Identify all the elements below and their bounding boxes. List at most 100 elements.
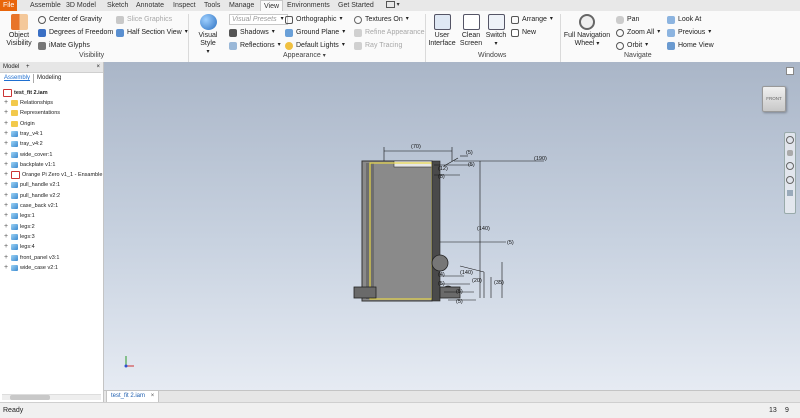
- tree-item[interactable]: + Orange Pi Zero v1_1 - Ensamble: [3, 170, 102, 180]
- switch-button[interactable]: Switch ▾: [485, 14, 507, 48]
- ray-tracing-button[interactable]: Ray Tracing: [354, 41, 402, 50]
- expand-icon[interactable]: +: [3, 150, 9, 160]
- ground-plane-label: Ground Plane: [296, 29, 340, 36]
- expand-icon[interactable]: +: [3, 191, 9, 201]
- look-at-button[interactable]: Look At: [667, 15, 701, 24]
- tree-item[interactable]: + wide_cover:1: [3, 150, 52, 160]
- textures-on-button[interactable]: Textures On ▾: [354, 15, 409, 24]
- tab-assemble[interactable]: Assemble: [27, 0, 64, 11]
- expand-icon[interactable]: +: [3, 98, 9, 108]
- expand-icon[interactable]: +: [3, 253, 9, 263]
- look-at-label: Look At: [678, 16, 702, 23]
- look-at-icon[interactable]: [787, 190, 793, 196]
- expand-icon[interactable]: +: [3, 201, 9, 211]
- tree-item[interactable]: + front_panel v3:1: [3, 253, 59, 263]
- tab-sketch[interactable]: Sketch: [104, 0, 131, 11]
- tab-get-started[interactable]: Get Started: [335, 0, 377, 11]
- expand-icon[interactable]: +: [3, 139, 9, 149]
- orbit-button[interactable]: Orbit ▾: [616, 41, 648, 50]
- tree-item[interactable]: + tray_v4:2: [3, 139, 43, 149]
- new-window-button[interactable]: New: [511, 28, 536, 37]
- tree-item[interactable]: + legs:3: [3, 232, 35, 242]
- tab-file[interactable]: File: [0, 0, 18, 11]
- clean-screen-button[interactable]: Clean Screen: [458, 14, 484, 48]
- tab-3d-model[interactable]: 3D Model: [63, 0, 99, 11]
- tree-item[interactable]: + Origin: [3, 119, 35, 129]
- tree-root[interactable]: test_fit 2.iam: [3, 88, 48, 98]
- tab-environments[interactable]: Environments: [284, 0, 333, 11]
- expand-icon[interactable]: +: [3, 211, 9, 221]
- tab-assembly[interactable]: Assembly: [4, 74, 30, 83]
- part-icon: [11, 141, 18, 148]
- expand-icon[interactable]: +: [3, 232, 9, 242]
- tree-item[interactable]: + backplate v1:1: [3, 160, 55, 170]
- expand-icon[interactable]: +: [3, 119, 9, 129]
- tab-modeling[interactable]: Modeling: [37, 74, 61, 83]
- visual-style-label: Visual Style: [198, 32, 218, 47]
- refine-appearance-button[interactable]: Refine Appearance: [354, 28, 425, 37]
- visual-presets-dropdown[interactable]: Visual Presets ▾: [229, 14, 288, 25]
- tree-item[interactable]: + legs:1: [3, 211, 35, 221]
- expand-icon[interactable]: +: [3, 170, 9, 180]
- half-section-view-button[interactable]: Half Section View ▾: [116, 28, 188, 37]
- ribbon-options-dropdown[interactable]: ▾: [383, 0, 403, 11]
- orbit-icon[interactable]: [786, 176, 794, 184]
- orthographic-button[interactable]: Orthographic ▾: [285, 15, 342, 24]
- full-navigation-wheel-button[interactable]: Full Navigation Wheel ▾: [562, 14, 612, 48]
- reflections-button[interactable]: Reflections ▾: [229, 41, 281, 50]
- graphics-viewport[interactable]: (70) (5) (190) (12) (8) (5) (140) (5) (1…: [104, 62, 800, 390]
- expand-icon[interactable]: +: [3, 108, 9, 118]
- tree-item[interactable]: + wide_case v2:1: [3, 263, 58, 273]
- expand-icon[interactable]: +: [3, 242, 9, 252]
- model-canvas[interactable]: (70) (5) (190) (12) (8) (5) (140) (5) (1…: [104, 62, 800, 390]
- chevron-down-icon[interactable]: ▾: [323, 53, 326, 59]
- tab-manage[interactable]: Manage: [226, 0, 257, 11]
- tree-item[interactable]: + case_back v2:1: [3, 201, 58, 211]
- viewcube[interactable]: FRONT: [762, 86, 786, 112]
- ground-plane-button[interactable]: Ground Plane ▾: [285, 28, 345, 37]
- close-icon[interactable]: ×: [96, 62, 100, 72]
- tab-tools[interactable]: Tools: [201, 0, 223, 11]
- tree-item-label: wide_case v2:1: [20, 264, 58, 271]
- visual-style-button[interactable]: Visual Style ▾: [191, 14, 225, 56]
- scrollbar-thumb[interactable]: [10, 395, 50, 400]
- tree-item[interactable]: + tray_v4:1: [3, 129, 43, 139]
- lights-icon: [285, 41, 293, 50]
- previous-view-button[interactable]: Previous ▾: [667, 28, 711, 37]
- imate-glyphs-button[interactable]: iMate Glyphs: [38, 41, 90, 50]
- tree-item[interactable]: + legs:2: [3, 222, 35, 232]
- zoom-all-button[interactable]: Zoom All ▾: [616, 28, 660, 37]
- expand-icon[interactable]: +: [3, 160, 9, 170]
- status-count-2: 9: [785, 407, 789, 414]
- shadows-button[interactable]: Shadows ▾: [229, 28, 275, 37]
- expand-icon[interactable]: +: [3, 222, 9, 232]
- home-icon[interactable]: [786, 67, 794, 75]
- tab-annotate[interactable]: Annotate: [133, 0, 167, 11]
- home-view-button[interactable]: Home View: [667, 41, 714, 50]
- object-visibility-button[interactable]: Object Visibility: [4, 14, 34, 48]
- tree-item[interactable]: + pull_handle v2:2: [3, 191, 60, 201]
- user-interface-icon: [433, 14, 451, 30]
- tree-item-label: pull_handle v2:1: [20, 182, 61, 189]
- pan-icon[interactable]: [787, 150, 793, 156]
- add-tab-button[interactable]: +: [26, 64, 30, 70]
- degrees-of-freedom-button[interactable]: Degrees of Freedom: [38, 28, 113, 37]
- tree-item[interactable]: + legs:4: [3, 242, 35, 252]
- expand-icon[interactable]: +: [3, 129, 9, 139]
- expand-icon[interactable]: +: [3, 180, 9, 190]
- tree-item[interactable]: + pull_handle v2:1: [3, 180, 60, 190]
- zoom-icon[interactable]: [786, 162, 794, 170]
- pan-button[interactable]: Pan: [616, 15, 639, 24]
- close-icon[interactable]: ×: [151, 393, 155, 399]
- slice-graphics-button[interactable]: Slice Graphics: [116, 15, 172, 24]
- expand-icon[interactable]: +: [3, 263, 9, 273]
- navigation-wheel-icon[interactable]: [786, 136, 794, 144]
- default-lights-dropdown[interactable]: Default Lights ▾: [285, 41, 345, 50]
- arrange-button[interactable]: Arrange ▾: [511, 15, 553, 24]
- tree-item[interactable]: + Relationships: [3, 98, 53, 108]
- center-of-gravity-button[interactable]: Center of Gravity: [38, 15, 102, 24]
- browser-scrollbar[interactable]: [2, 394, 101, 400]
- tree-item[interactable]: + Representations: [3, 108, 60, 118]
- tab-inspect[interactable]: Inspect: [170, 0, 199, 11]
- user-interface-button[interactable]: User Interface: [428, 14, 456, 48]
